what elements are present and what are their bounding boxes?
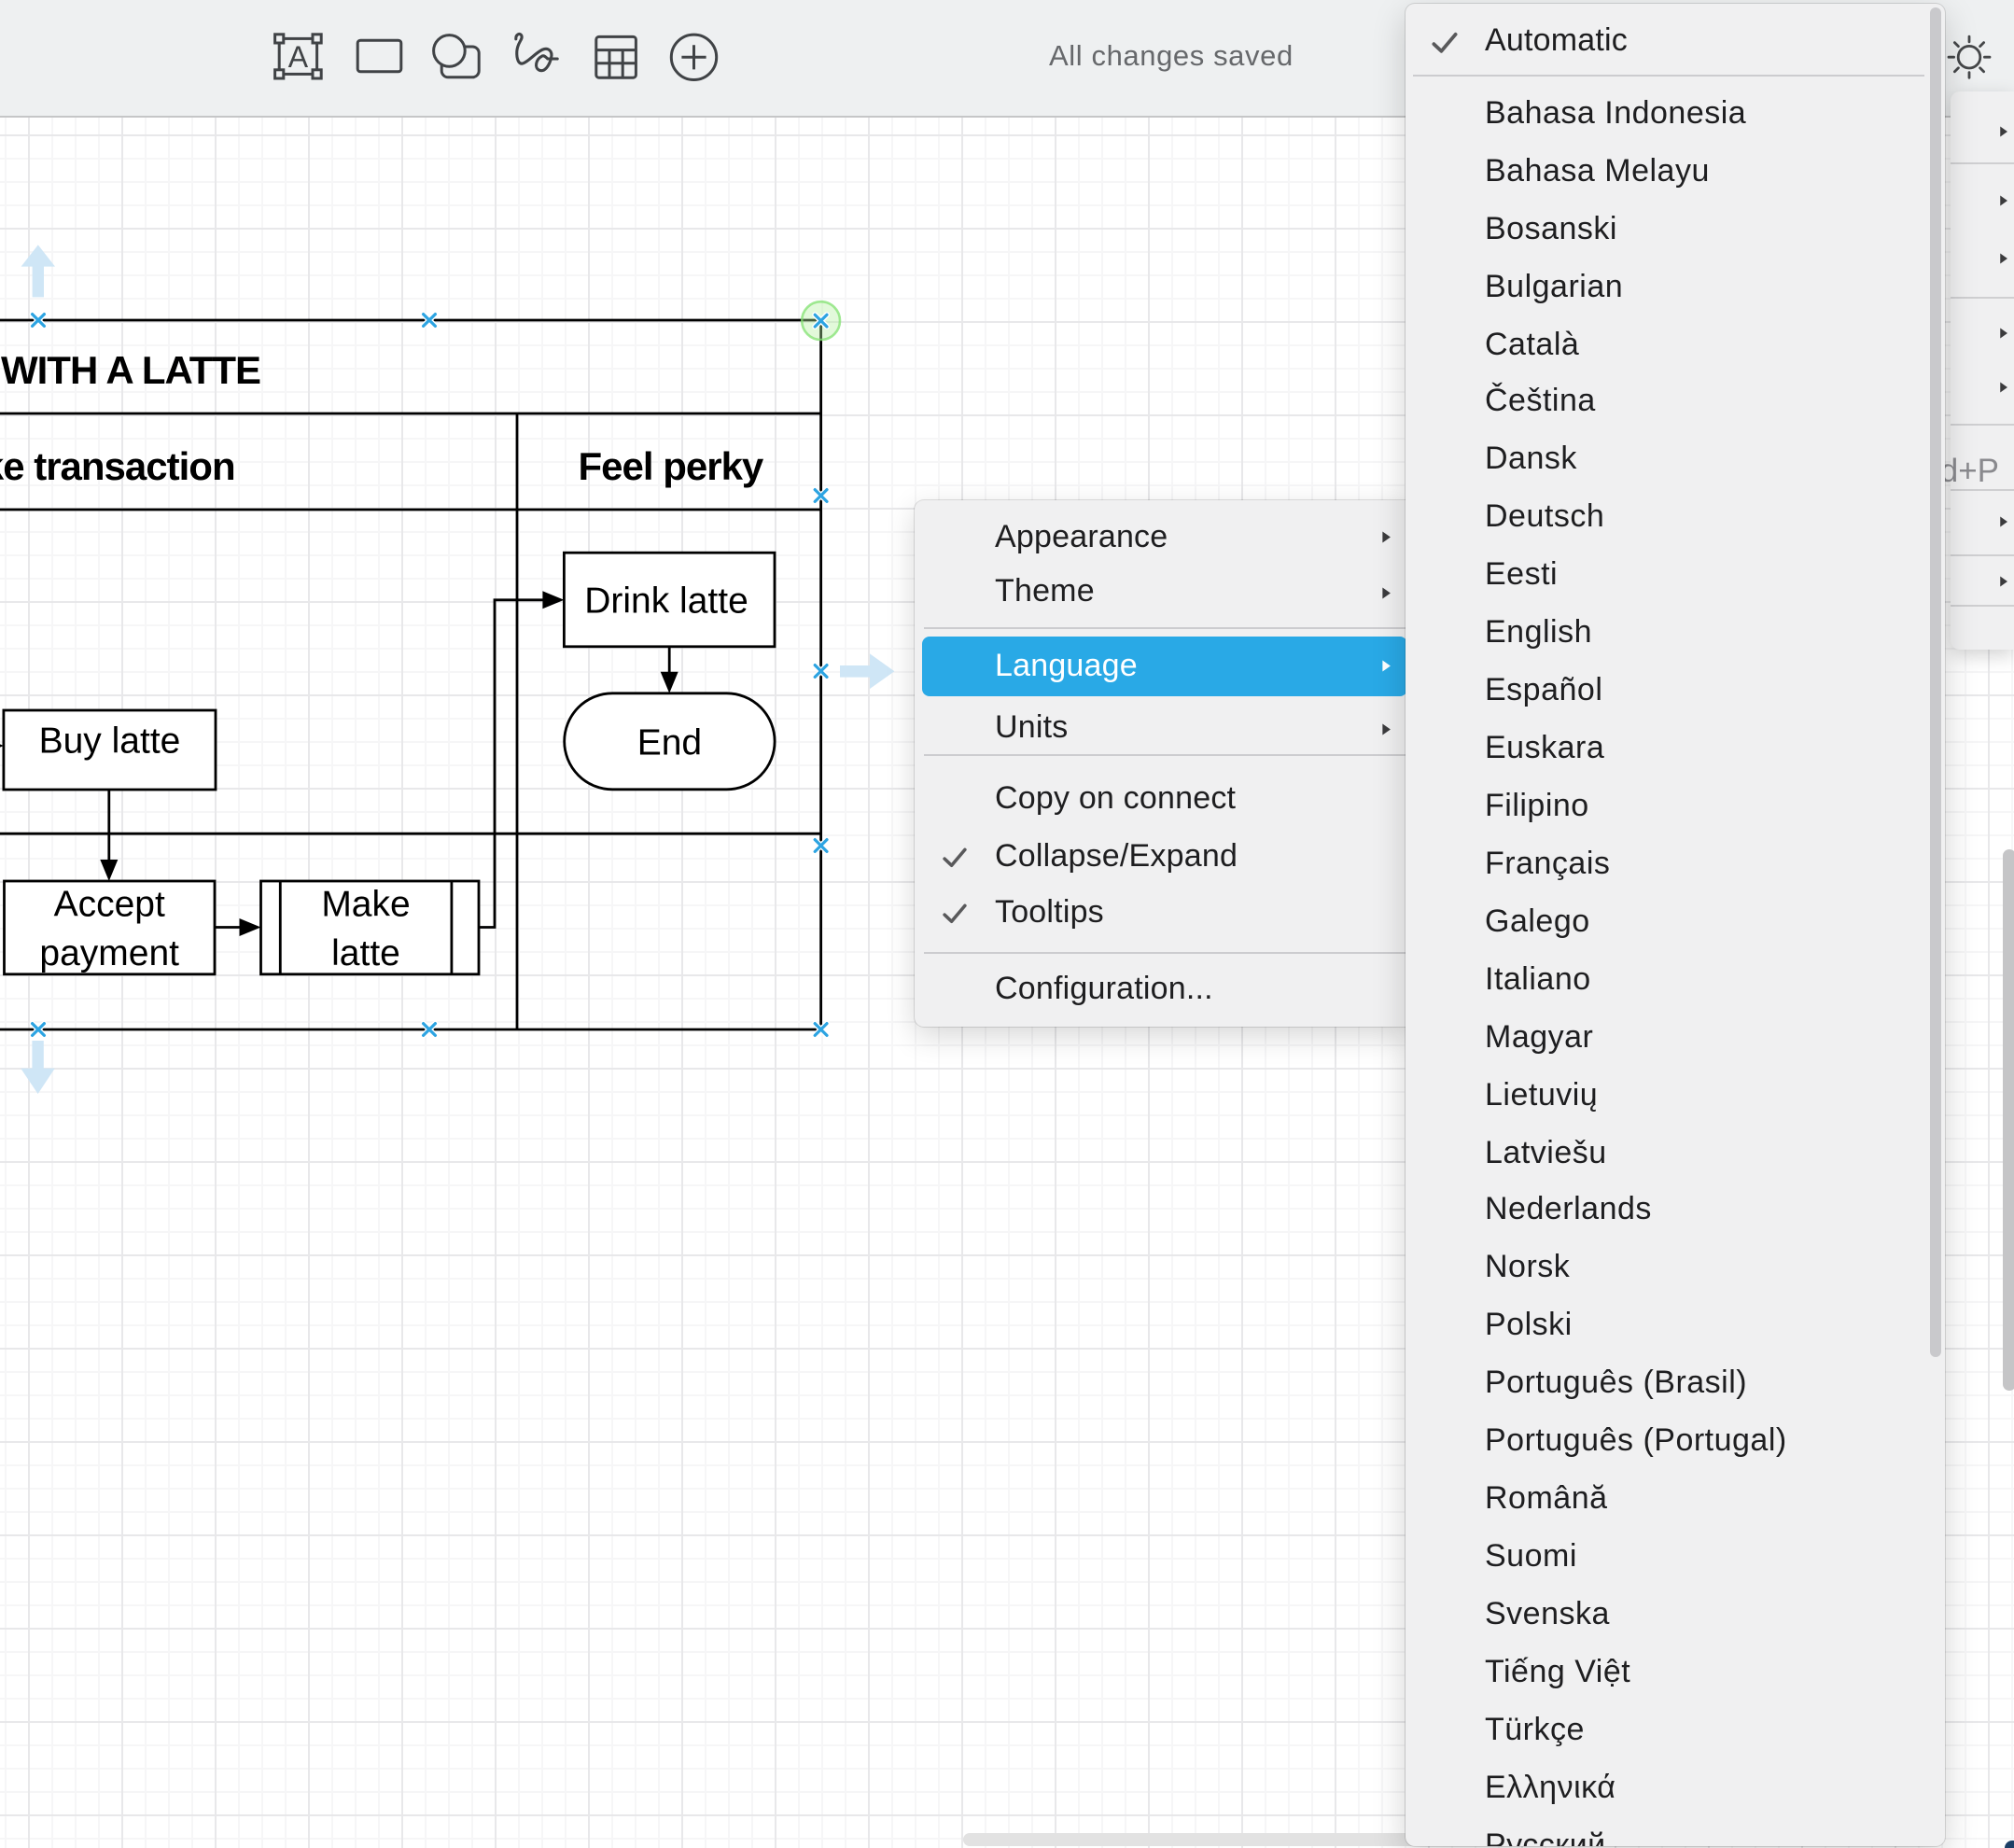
svg-text:Buy latte: Buy latte	[39, 721, 181, 762]
svg-text:A: A	[288, 40, 309, 74]
svg-text:End: End	[637, 722, 702, 763]
svg-text:Feel perky: Feel perky	[579, 444, 764, 488]
svg-text:WITH A LATTE: WITH A LATTE	[1, 348, 260, 392]
svg-text:Make transaction: Make transaction	[0, 444, 235, 488]
svg-text:payment: payment	[39, 933, 179, 973]
svg-text:Accept: Accept	[54, 885, 165, 925]
svg-text:Make: Make	[321, 885, 410, 925]
svg-text:Drink latte: Drink latte	[584, 581, 748, 622]
svg-text:latte: latte	[331, 933, 400, 973]
